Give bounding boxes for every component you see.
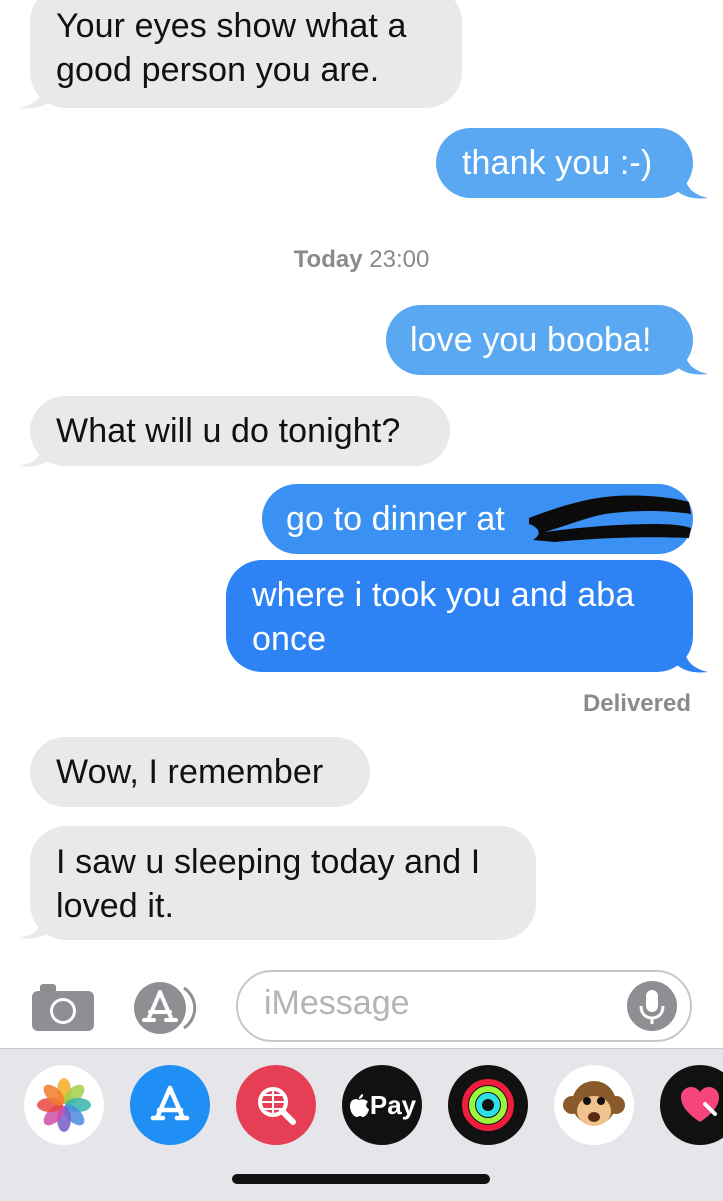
- message-line: thank you :-): [462, 144, 653, 182]
- redaction-scribble: [529, 495, 691, 542]
- message-input-placeholder: iMessage: [264, 984, 410, 1022]
- microphone-icon[interactable]: [626, 980, 678, 1032]
- message-line: good person you are.: [56, 51, 380, 89]
- message-bubble-sent[interactable]: where i took you and aba once: [226, 560, 693, 672]
- apple-pay-icon[interactable]: Pay: [342, 1065, 422, 1145]
- compose-bar: iMessage: [0, 964, 723, 1050]
- home-indicator[interactable]: [232, 1174, 490, 1184]
- apple-logo-icon: [349, 1094, 369, 1117]
- bubble-tail: [20, 910, 56, 939]
- message-line: loved it.: [56, 887, 175, 925]
- web-image-search-icon[interactable]: [236, 1065, 316, 1145]
- digital-touch-icon[interactable]: [660, 1065, 723, 1145]
- app-store-toggle-icon[interactable]: [132, 980, 204, 1036]
- message-bubble-sent[interactable]: thank you :-): [436, 128, 693, 198]
- message-bubble-received[interactable]: What will u do tonight?: [30, 396, 450, 466]
- message-line: Your eyes show what a: [56, 7, 407, 45]
- bubble-tail: [672, 644, 708, 673]
- message-line: I saw u sleeping today and I: [56, 843, 481, 881]
- activity-icon[interactable]: [448, 1065, 528, 1145]
- message-bubble-received[interactable]: Wow, I remember: [30, 737, 370, 807]
- message-bubble-received[interactable]: I saw u sleeping today and I loved it.: [30, 826, 536, 940]
- message-line: What will u do tonight?: [56, 412, 401, 450]
- animoji-icon[interactable]: [554, 1065, 634, 1145]
- message-bubble-sent[interactable]: love you booba!: [386, 305, 693, 375]
- camera-icon[interactable]: [30, 982, 96, 1032]
- app-store-icon[interactable]: [130, 1065, 210, 1145]
- message-line: love you booba!: [410, 321, 652, 359]
- bubble-tail: [672, 346, 708, 375]
- delivery-status: Delivered: [582, 690, 691, 717]
- message-input[interactable]: iMessage: [236, 970, 692, 1042]
- timestamp-day: Today: [293, 246, 363, 273]
- bubble-tail: [20, 80, 56, 109]
- bubble-tail: [20, 438, 56, 467]
- timestamp-time: 23:00: [369, 246, 430, 273]
- apple-pay-label: Pay: [369, 1089, 417, 1120]
- message-bubble-received[interactable]: Your eyes show what a good person you ar…: [30, 0, 462, 108]
- bubble-tail: [672, 170, 708, 199]
- message-line: Wow, I remember: [56, 753, 324, 791]
- message-line: where i took you and aba: [252, 576, 635, 614]
- message-line: once: [252, 620, 327, 658]
- conversation-timestamp: Today 23:00: [0, 246, 723, 274]
- photos-icon[interactable]: [24, 1065, 104, 1145]
